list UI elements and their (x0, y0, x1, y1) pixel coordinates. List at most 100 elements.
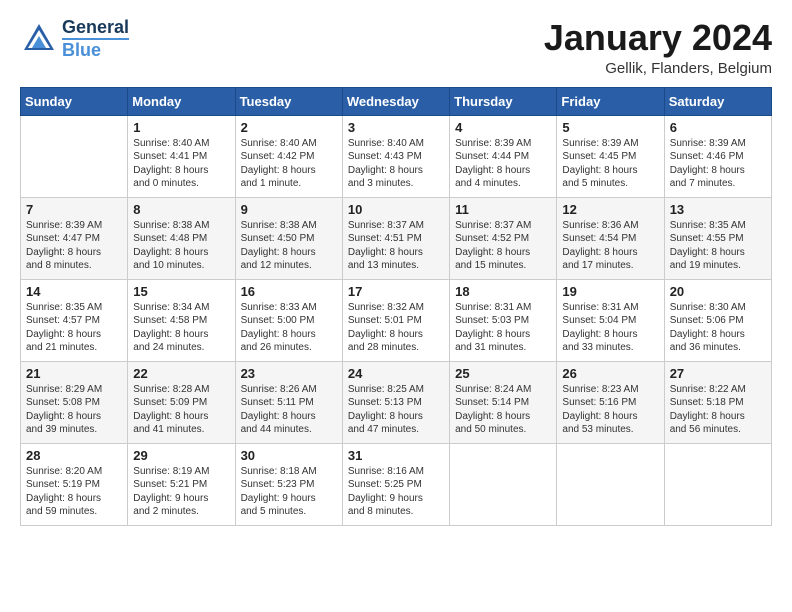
cell-text: Sunrise: 8:40 AMSunset: 4:43 PMDaylight:… (348, 137, 444, 191)
calendar-cell: 24Sunrise: 8:25 AMSunset: 5:13 PMDayligh… (342, 361, 449, 443)
day-number: 12 (562, 202, 658, 217)
calendar-cell: 15Sunrise: 8:34 AMSunset: 4:58 PMDayligh… (128, 279, 235, 361)
calendar-cell: 21 Sunrise: 8:29 AMSunset: 5:08 PMDayligh… (21, 361, 128, 443)
cell-text: Sunrise: 8:35 AMSunset: 4:57 PMDaylight:… (26, 301, 122, 355)
cell-text: Sunrise: 8:23 AMSunset: 5:16 PMDaylight:… (562, 383, 658, 437)
day-number: 14 (26, 284, 122, 299)
day-number: 28 (26, 448, 122, 463)
calendar-cell: 11 Sunrise: 8:37 AMSunset: 4:52 PMDayligh… (450, 197, 557, 279)
day-number: 22 (133, 366, 229, 381)
column-header-saturday: Saturday (664, 87, 771, 115)
cell-text: Sunrise: 8:33 AMSunset: 5:00 PMDaylight:… (241, 301, 337, 355)
calendar-cell: 14 Sunrise: 8:35 AMSunset: 4:57 PMDayligh… (21, 279, 128, 361)
header: General Blue January 2024 Gellik, Flande… (20, 18, 772, 77)
day-number: 10 (348, 202, 444, 217)
calendar-cell (450, 443, 557, 525)
calendar-cell: 6 Sunrise: 8:39 AMSunset: 4:46 PMDaylight… (664, 115, 771, 197)
cell-text: Sunrise: 8:29 AMSunset: 5:08 PMDaylight:… (26, 383, 122, 437)
calendar-cell: 30Sunrise: 8:18 AMSunset: 5:23 PMDayligh… (235, 443, 342, 525)
cell-text: Sunrise: 8:16 AMSunset: 5:25 PMDaylight:… (348, 465, 444, 519)
cell-text: Sunrise: 8:30 AMSunset: 5:06 PMDaylight:… (670, 301, 766, 355)
page: General Blue January 2024 Gellik, Flande… (0, 0, 792, 538)
week-row-2: 7 Sunrise: 8:39 AMSunset: 4:47 PMDaylight… (21, 197, 772, 279)
cell-text: Sunrise: 8:31 AMSunset: 5:03 PMDaylight:… (455, 301, 551, 355)
cell-text: Sunrise: 8:19 AMSunset: 5:21 PMDaylight:… (133, 465, 229, 519)
day-number: 1 (133, 120, 229, 135)
cell-text: Sunrise: 8:25 AMSunset: 5:13 PMDaylight:… (348, 383, 444, 437)
calendar-cell: 1Sunrise: 8:40 AMSunset: 4:41 PMDaylight… (128, 115, 235, 197)
calendar-cell: 31 Sunrise: 8:16 AMSunset: 5:25 PMDayligh… (342, 443, 449, 525)
day-number: 9 (241, 202, 337, 217)
cell-text: Sunrise: 8:36 AMSunset: 4:54 PMDaylight:… (562, 219, 658, 273)
day-number: 21 (26, 366, 122, 381)
calendar-cell: 19 Sunrise: 8:31 AMSunset: 5:04 PMDayligh… (557, 279, 664, 361)
calendar-cell: 8Sunrise: 8:38 AMSunset: 4:48 PMDaylight… (128, 197, 235, 279)
calendar-cell: 28Sunrise: 8:20 AMSunset: 5:19 PMDayligh… (21, 443, 128, 525)
calendar-cell: 2Sunrise: 8:40 AMSunset: 4:42 PMDaylight… (235, 115, 342, 197)
calendar-cell: 10 Sunrise: 8:37 AMSunset: 4:51 PMDayligh… (342, 197, 449, 279)
cell-text: Sunrise: 8:24 AMSunset: 5:14 PMDaylight:… (455, 383, 551, 437)
day-number: 7 (26, 202, 122, 217)
day-number: 4 (455, 120, 551, 135)
calendar-cell: 22 Sunrise: 8:28 AMSunset: 5:09 PMDayligh… (128, 361, 235, 443)
day-number: 15 (133, 284, 229, 299)
week-row-1: 1Sunrise: 8:40 AMSunset: 4:41 PMDaylight… (21, 115, 772, 197)
column-header-monday: Monday (128, 87, 235, 115)
calendar-cell: 5 Sunrise: 8:39 AMSunset: 4:45 PMDaylight… (557, 115, 664, 197)
cell-text: Sunrise: 8:31 AMSunset: 5:04 PMDaylight:… (562, 301, 658, 355)
cell-text: Sunrise: 8:28 AMSunset: 5:09 PMDaylight:… (133, 383, 229, 437)
cell-text: Sunrise: 8:22 AMSunset: 5:18 PMDaylight:… (670, 383, 766, 437)
cell-text: Sunrise: 8:37 AMSunset: 4:52 PMDaylight:… (455, 219, 551, 273)
column-header-thursday: Thursday (450, 87, 557, 115)
day-number: 2 (241, 120, 337, 135)
day-number: 31 (348, 448, 444, 463)
cell-text: Sunrise: 8:38 AMSunset: 4:50 PMDaylight:… (241, 219, 337, 273)
cell-text: Sunrise: 8:37 AMSunset: 4:51 PMDaylight:… (348, 219, 444, 273)
calendar-cell: 4 Sunrise: 8:39 AMSunset: 4:44 PMDaylight… (450, 115, 557, 197)
week-row-3: 14 Sunrise: 8:35 AMSunset: 4:57 PMDayligh… (21, 279, 772, 361)
calendar-cell: 18 Sunrise: 8:31 AMSunset: 5:03 PMDayligh… (450, 279, 557, 361)
logo: General Blue (20, 18, 129, 61)
day-number: 25 (455, 366, 551, 381)
week-row-4: 21 Sunrise: 8:29 AMSunset: 5:08 PMDayligh… (21, 361, 772, 443)
cell-text: Sunrise: 8:39 AMSunset: 4:46 PMDaylight:… (670, 137, 766, 191)
cell-text: Sunrise: 8:39 AMSunset: 4:44 PMDaylight:… (455, 137, 551, 191)
calendar-cell: 17 Sunrise: 8:32 AMSunset: 5:01 PMDayligh… (342, 279, 449, 361)
calendar-cell: 23Sunrise: 8:26 AMSunset: 5:11 PMDayligh… (235, 361, 342, 443)
calendar-cell: 27 Sunrise: 8:22 AMSunset: 5:18 PMDayligh… (664, 361, 771, 443)
cell-text: Sunrise: 8:35 AMSunset: 4:55 PMDaylight:… (670, 219, 766, 273)
calendar-cell: 26 Sunrise: 8:23 AMSunset: 5:16 PMDayligh… (557, 361, 664, 443)
calendar-cell: 16 Sunrise: 8:33 AMSunset: 5:00 PMDayligh… (235, 279, 342, 361)
header-row: SundayMondayTuesdayWednesdayThursdayFrid… (21, 87, 772, 115)
column-header-wednesday: Wednesday (342, 87, 449, 115)
cell-text: Sunrise: 8:38 AMSunset: 4:48 PMDaylight:… (133, 219, 229, 273)
cell-text: Sunrise: 8:39 AMSunset: 4:47 PMDaylight:… (26, 219, 122, 273)
cell-text: Sunrise: 8:32 AMSunset: 5:01 PMDaylight:… (348, 301, 444, 355)
column-header-sunday: Sunday (21, 87, 128, 115)
day-number: 30 (241, 448, 337, 463)
day-number: 3 (348, 120, 444, 135)
title-block: January 2024 Gellik, Flanders, Belgium (544, 18, 772, 77)
calendar-cell: 20Sunrise: 8:30 AMSunset: 5:06 PMDayligh… (664, 279, 771, 361)
column-header-friday: Friday (557, 87, 664, 115)
day-number: 13 (670, 202, 766, 217)
day-number: 19 (562, 284, 658, 299)
day-number: 26 (562, 366, 658, 381)
day-number: 5 (562, 120, 658, 135)
month-title: January 2024 (544, 18, 772, 58)
day-number: 29 (133, 448, 229, 463)
day-number: 6 (670, 120, 766, 135)
day-number: 27 (670, 366, 766, 381)
day-number: 17 (348, 284, 444, 299)
cell-text: Sunrise: 8:39 AMSunset: 4:45 PMDaylight:… (562, 137, 658, 191)
calendar-cell: 9 Sunrise: 8:38 AMSunset: 4:50 PMDaylight… (235, 197, 342, 279)
calendar-cell (21, 115, 128, 197)
location: Gellik, Flanders, Belgium (544, 60, 772, 77)
calendar-table: SundayMondayTuesdayWednesdayThursdayFrid… (20, 87, 772, 526)
calendar-cell: 29 Sunrise: 8:19 AMSunset: 5:21 PMDayligh… (128, 443, 235, 525)
day-number: 11 (455, 202, 551, 217)
cell-text: Sunrise: 8:26 AMSunset: 5:11 PMDaylight:… (241, 383, 337, 437)
day-number: 16 (241, 284, 337, 299)
day-number: 18 (455, 284, 551, 299)
calendar-cell: 7 Sunrise: 8:39 AMSunset: 4:47 PMDaylight… (21, 197, 128, 279)
